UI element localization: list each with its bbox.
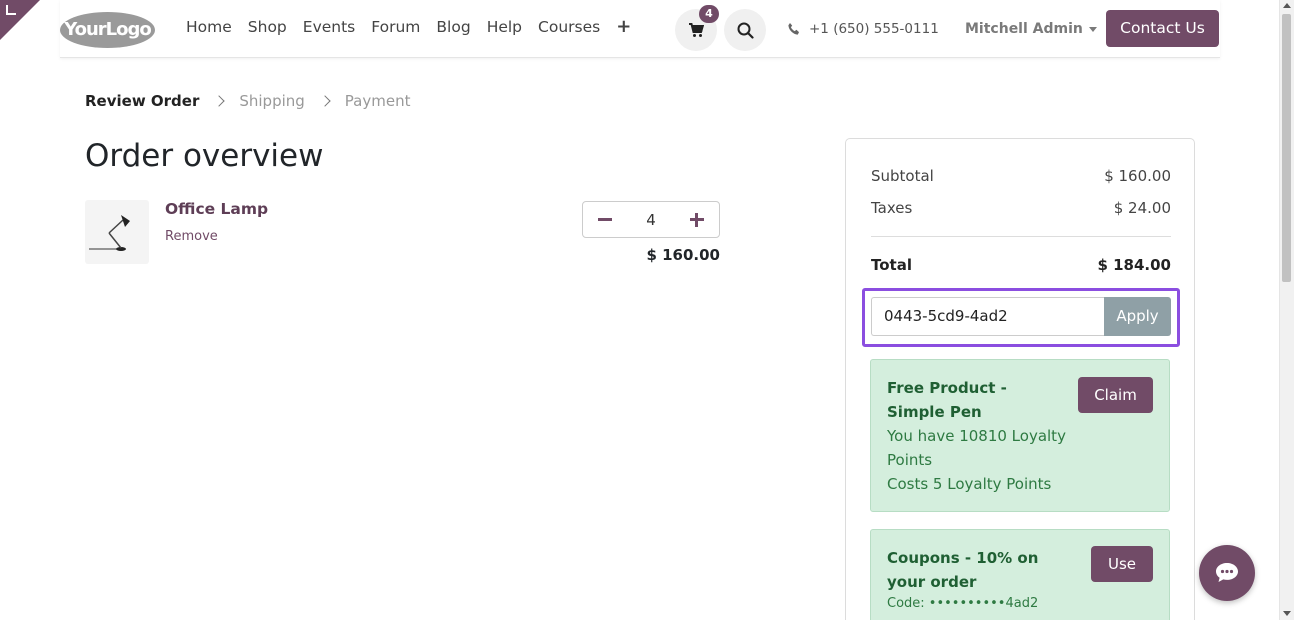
reward-points-text: You have 10810 Loyalty Points (887, 427, 1066, 469)
corner-icon[interactable] (6, 5, 16, 15)
nav-blog[interactable]: Blog (436, 18, 470, 36)
reward-cost-text: Costs 5 Loyalty Points (887, 475, 1052, 493)
nav-home[interactable]: Home (186, 18, 232, 36)
chevron-right-icon (213, 95, 226, 107)
cart-icon (689, 22, 704, 37)
order-summary-panel: Subtotal $ 160.00 Taxes $ 24.00 Total $ … (845, 138, 1195, 620)
logo[interactable]: YourLogo (60, 12, 155, 48)
total-label: Total (871, 256, 912, 274)
subtotal-row: Subtotal $ 160.00 (871, 167, 1171, 185)
subtotal-value: $ 160.00 (1104, 167, 1171, 185)
main-nav: Home Shop Events Forum Blog Help Courses… (186, 18, 631, 37)
contact-us-button[interactable]: Contact Us (1106, 10, 1219, 47)
increase-quantity-button[interactable] (689, 212, 704, 227)
nav-forum[interactable]: Forum (371, 18, 420, 36)
chat-button[interactable] (1199, 545, 1255, 601)
search-icon (737, 22, 754, 39)
add-menu-icon[interactable]: + (616, 18, 631, 36)
search-button[interactable] (724, 9, 766, 51)
lamp-icon (89, 215, 130, 251)
quantity-stepper: 4 (582, 201, 720, 238)
checkout-steps: Review Order Shipping Payment (85, 92, 410, 110)
chevron-right-icon (319, 95, 331, 107)
nav-events[interactable]: Events (303, 18, 355, 36)
nav-shop[interactable]: Shop (248, 18, 287, 36)
divider (871, 236, 1171, 237)
taxes-row: Taxes $ 24.00 (871, 199, 1171, 217)
user-name: Mitchell Admin (965, 21, 1083, 37)
total-value: $ 184.00 (1097, 256, 1171, 274)
phone-icon (788, 23, 799, 35)
phone-contact[interactable]: +1 (650) 555-0111 (787, 21, 939, 37)
taxes-value: $ 24.00 (1113, 199, 1171, 217)
nav-courses[interactable]: Courses (538, 18, 600, 36)
scroll-down-icon[interactable] (1283, 611, 1291, 616)
chevron-down-icon (1088, 26, 1097, 32)
scroll-thumb[interactable] (1282, 14, 1291, 282)
page-scrollbar[interactable] (1279, 0, 1294, 620)
user-menu[interactable]: Mitchell Admin (965, 21, 1097, 37)
cart-button[interactable]: 4 (675, 5, 719, 51)
coupon-code: Code: ••••••••••4ad2 (887, 596, 1039, 611)
site-header: YourLogo Home Shop Events Forum Blog Hel… (60, 0, 1220, 58)
product-name-link[interactable]: Office Lamp (165, 200, 268, 218)
step-shipping: Shipping (239, 92, 305, 110)
reward-title: Free Product - Simple Pen (887, 379, 1007, 421)
coupon-title: Coupons - 10% on your order (887, 549, 1039, 591)
step-payment: Payment (344, 92, 411, 110)
total-row: Total $ 184.00 (871, 256, 1171, 274)
remove-link[interactable]: Remove (165, 229, 218, 244)
claim-button[interactable]: Claim (1078, 377, 1153, 413)
taxes-label: Taxes (871, 199, 913, 217)
use-button[interactable]: Use (1091, 546, 1153, 582)
step-review-order: Review Order (85, 92, 200, 110)
promo-code-input[interactable]: 0443-5cd9-4ad2 (871, 297, 1104, 336)
page-title: Order overview (85, 138, 324, 174)
subtotal-label: Subtotal (871, 167, 934, 185)
reward-card: Coupons - 10% on your order Code: ••••••… (870, 529, 1170, 620)
nav-help[interactable]: Help (487, 18, 522, 36)
apply-button[interactable]: Apply (1104, 297, 1171, 336)
promo-code-form: 0443-5cd9-4ad2 Apply (862, 288, 1180, 347)
decrease-quantity-button[interactable] (598, 218, 612, 221)
product-image[interactable] (85, 200, 149, 264)
chat-icon (1216, 563, 1238, 582)
cart-count-badge: 4 (699, 5, 719, 23)
phone-number: +1 (650) 555-0111 (809, 21, 939, 37)
line-total: $ 160.00 (646, 246, 720, 264)
quantity-input[interactable]: 4 (646, 211, 656, 229)
scroll-up-icon[interactable] (1283, 3, 1291, 8)
reward-card: Free Product - Simple Pen You have 10810… (870, 359, 1170, 512)
